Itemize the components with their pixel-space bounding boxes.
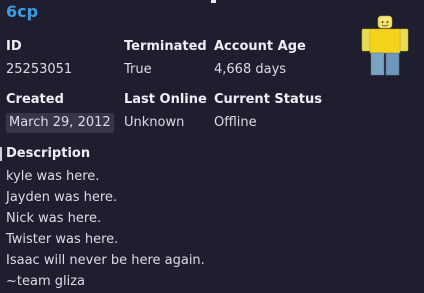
- terminated-value: True: [124, 62, 152, 77]
- description-label: Description: [6, 146, 91, 161]
- profile-card: 6cp ID 25253051 Terminated True Account …: [0, 0, 424, 293]
- left-edge-mark: [0, 147, 2, 161]
- terminated-label: Terminated: [124, 39, 207, 54]
- description-text: kyle was here. Jayden was here. Nick was…: [6, 166, 205, 292]
- current-status-value: Offline: [214, 115, 257, 130]
- id-value: 25253051: [6, 62, 73, 77]
- description-line: Nick was here.: [6, 211, 102, 226]
- current-status-label: Current Status: [214, 92, 322, 107]
- description-line: Twister was here.: [6, 232, 119, 247]
- roblox-avatar-icon: [361, 15, 409, 76]
- top-edge-mark: [211, 0, 216, 3]
- id-label: ID: [6, 39, 22, 54]
- last-online-value: Unknown: [124, 115, 185, 130]
- account-age-value: 4,668 days: [214, 62, 287, 77]
- description-line: Jayden was here.: [6, 190, 118, 205]
- last-online-label: Last Online: [124, 92, 207, 107]
- description-line: Isaac will never be here again.: [6, 253, 205, 268]
- username-link[interactable]: 6cp: [6, 2, 38, 21]
- description-line: ~team gliza: [6, 274, 86, 289]
- account-age-label: Account Age: [214, 39, 306, 54]
- description-line: kyle was here.: [6, 169, 100, 184]
- created-date-chip[interactable]: March 29, 2012: [6, 113, 114, 133]
- created-label: Created: [6, 92, 64, 107]
